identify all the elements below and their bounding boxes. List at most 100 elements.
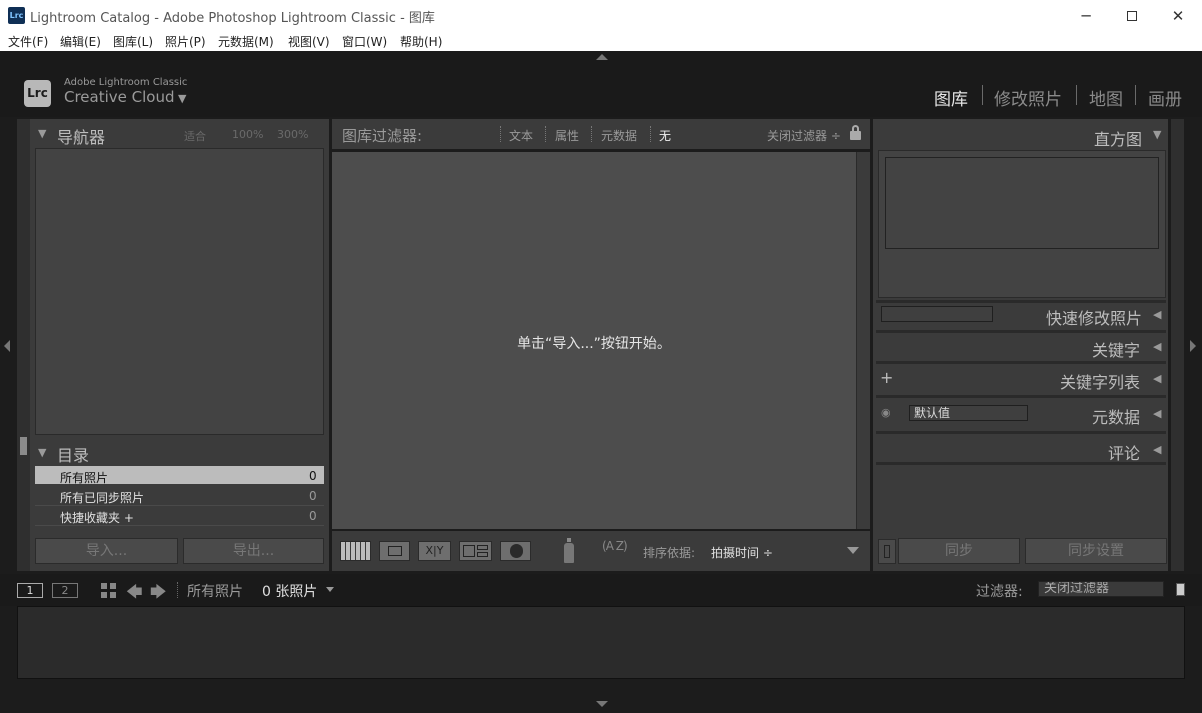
import-button[interactable]: 导入... bbox=[35, 538, 178, 564]
catalog-title[interactable]: 目录 bbox=[57, 442, 89, 466]
people-view-icon[interactable] bbox=[500, 541, 531, 561]
expand-triangle-icon[interactable]: ◀ bbox=[1153, 340, 1161, 353]
quick-develop-preset-select[interactable] bbox=[881, 306, 993, 322]
filter-none[interactable]: 无 bbox=[659, 127, 671, 144]
catalog-item-synced: 所有已同步照片 bbox=[60, 491, 145, 505]
module-map[interactable]: 地图 bbox=[1089, 85, 1123, 110]
sort-direction-icon[interactable]: (A Z) bbox=[602, 539, 628, 553]
collapse-triangle-icon[interactable]: ▼ bbox=[38, 446, 46, 459]
right-panel-scrollbar[interactable] bbox=[1171, 119, 1184, 571]
brand-creative-cloud[interactable]: Creative Cloud bbox=[64, 88, 175, 106]
menu-metadata[interactable]: 元数据(M) bbox=[218, 33, 274, 50]
toolbar bbox=[332, 531, 870, 571]
menu-window[interactable]: 窗口(W) bbox=[342, 33, 387, 50]
sync-settings-button[interactable]: 同步设置 bbox=[1025, 538, 1167, 564]
filter-separator bbox=[650, 126, 651, 142]
menu-view[interactable]: 视图(V) bbox=[288, 33, 330, 50]
eye-icon[interactable]: ◉ bbox=[881, 406, 891, 419]
sort-select[interactable]: 拍摄时间 ÷ bbox=[711, 544, 773, 561]
filmstrip-separator bbox=[177, 582, 178, 598]
collapse-triangle-icon[interactable]: ▼ bbox=[38, 127, 46, 140]
filter-separator bbox=[591, 126, 592, 142]
maximize-icon bbox=[1127, 10, 1137, 21]
grid-view-icon[interactable] bbox=[340, 541, 371, 561]
module-separator bbox=[982, 85, 983, 105]
close-icon: ✕ bbox=[1171, 6, 1185, 25]
secondary-window-button[interactable]: 2 bbox=[52, 583, 78, 598]
navigator-zoom-300[interactable]: 300% bbox=[277, 128, 308, 141]
filter-preset-select[interactable]: 关闭过滤器 ÷ bbox=[767, 127, 841, 144]
expand-triangle-icon[interactable]: ◀ bbox=[1153, 443, 1161, 456]
chevron-down-icon[interactable] bbox=[326, 587, 334, 592]
main-window-button[interactable]: 1 bbox=[17, 583, 43, 598]
toolbar-options-chevron-icon[interactable] bbox=[847, 547, 859, 554]
left-panel-scrollbar[interactable] bbox=[17, 119, 30, 571]
menu-library[interactable]: 图库(L) bbox=[113, 33, 153, 50]
maximize-button[interactable] bbox=[1109, 0, 1155, 31]
lrc-app-icon: Lrc bbox=[8, 7, 25, 24]
top-panel-toggle-icon[interactable] bbox=[596, 54, 608, 60]
filmstrip[interactable] bbox=[17, 606, 1185, 679]
filter-switch-icon[interactable] bbox=[1176, 583, 1185, 596]
sync-button[interactable]: 同步 bbox=[898, 538, 1020, 564]
forward-arrow-icon[interactable]: 🡆 bbox=[150, 581, 167, 608]
navigator-zoom-100[interactable]: 100% bbox=[232, 128, 263, 141]
navigator-fit[interactable]: 适合 bbox=[184, 128, 206, 144]
survey-view-icon[interactable] bbox=[459, 541, 492, 561]
filmstrip-source[interactable]: 所有照片 bbox=[187, 581, 243, 601]
metadata-preset-select[interactable]: 默认值 bbox=[909, 405, 1028, 421]
metadata-title[interactable]: 元数据 bbox=[1092, 404, 1140, 428]
expand-triangle-icon[interactable]: ◀ bbox=[1153, 407, 1161, 420]
collapse-triangle-icon[interactable]: ▼ bbox=[1153, 128, 1161, 141]
back-arrow-icon[interactable]: 🡄 bbox=[126, 581, 143, 608]
compare-view-icon[interactable]: X|Y bbox=[418, 541, 451, 561]
painter-spray-can-icon[interactable] bbox=[563, 538, 575, 564]
left-panel-toggle-icon[interactable] bbox=[4, 340, 10, 352]
left-scroll-thumb[interactable] bbox=[20, 437, 27, 455]
bottom-panel-toggle-icon[interactable] bbox=[596, 701, 608, 707]
expand-triangle-icon[interactable]: ◀ bbox=[1153, 308, 1161, 321]
module-develop[interactable]: 修改照片 bbox=[994, 85, 1062, 110]
menu-help[interactable]: 帮助(H) bbox=[400, 33, 442, 50]
catalog-item-all-photos: 所有照片 bbox=[60, 471, 109, 485]
chevron-down-icon[interactable]: ▼ bbox=[178, 92, 186, 105]
module-separator bbox=[1076, 85, 1077, 105]
module-book[interactable]: 画册 bbox=[1148, 85, 1182, 110]
filter-separator bbox=[500, 126, 501, 142]
row-divider bbox=[35, 505, 324, 506]
grid-scrollbar[interactable] bbox=[856, 152, 870, 529]
filter-text[interactable]: 文本 bbox=[509, 127, 533, 144]
quick-develop-title[interactable]: 快速修改照片 bbox=[1046, 305, 1142, 329]
filter-lock-icon[interactable] bbox=[850, 125, 861, 140]
grid-icon[interactable] bbox=[101, 583, 116, 598]
close-button[interactable]: ✕ bbox=[1155, 0, 1201, 31]
filter-attribute[interactable]: 属性 bbox=[555, 127, 579, 144]
expand-triangle-icon[interactable]: ◀ bbox=[1153, 372, 1161, 385]
empty-grid-message: 单击“导入...”按钮开始。 bbox=[517, 336, 671, 352]
comments-title[interactable]: 评论 bbox=[1108, 440, 1140, 464]
auto-sync-switch[interactable] bbox=[878, 539, 896, 564]
histogram-title[interactable]: 直方图 bbox=[1094, 126, 1142, 150]
menu-photo[interactable]: 照片(P) bbox=[165, 33, 206, 50]
navigator-title[interactable]: 导航器 bbox=[57, 124, 105, 148]
brand-product-name: Adobe Lightroom Classic bbox=[64, 77, 188, 88]
keyword-list-title[interactable]: 关键字列表 bbox=[1060, 369, 1140, 393]
minimize-button[interactable]: ─ bbox=[1063, 0, 1109, 31]
loupe-view-icon[interactable] bbox=[379, 541, 410, 561]
right-panel-toggle-icon[interactable] bbox=[1190, 340, 1196, 352]
lrc-logo: Lrc bbox=[24, 80, 51, 107]
filter-metadata[interactable]: 元数据 bbox=[601, 127, 637, 144]
filter-separator bbox=[545, 126, 546, 142]
module-library[interactable]: 图库 bbox=[934, 85, 968, 110]
export-button[interactable]: 导出... bbox=[183, 538, 324, 564]
filmstrip-filter-label: 过滤器: bbox=[976, 584, 1023, 600]
filmstrip-filter-select[interactable]: 关闭过滤器 bbox=[1038, 581, 1164, 597]
filmstrip-photo-count[interactable]: 0 张照片 bbox=[262, 581, 317, 601]
library-filter-title: 图库过滤器: bbox=[342, 127, 423, 145]
catalog-item-quick-collection: 快捷收藏夹 + bbox=[60, 511, 134, 525]
menu-edit[interactable]: 编辑(E) bbox=[60, 33, 101, 50]
menu-file[interactable]: 文件(F) bbox=[8, 33, 48, 50]
add-keyword-plus-icon[interactable]: + bbox=[880, 368, 893, 387]
keywording-title[interactable]: 关键字 bbox=[1092, 337, 1140, 361]
window-title: Lightroom Catalog - Adobe Photoshop Ligh… bbox=[30, 11, 435, 26]
